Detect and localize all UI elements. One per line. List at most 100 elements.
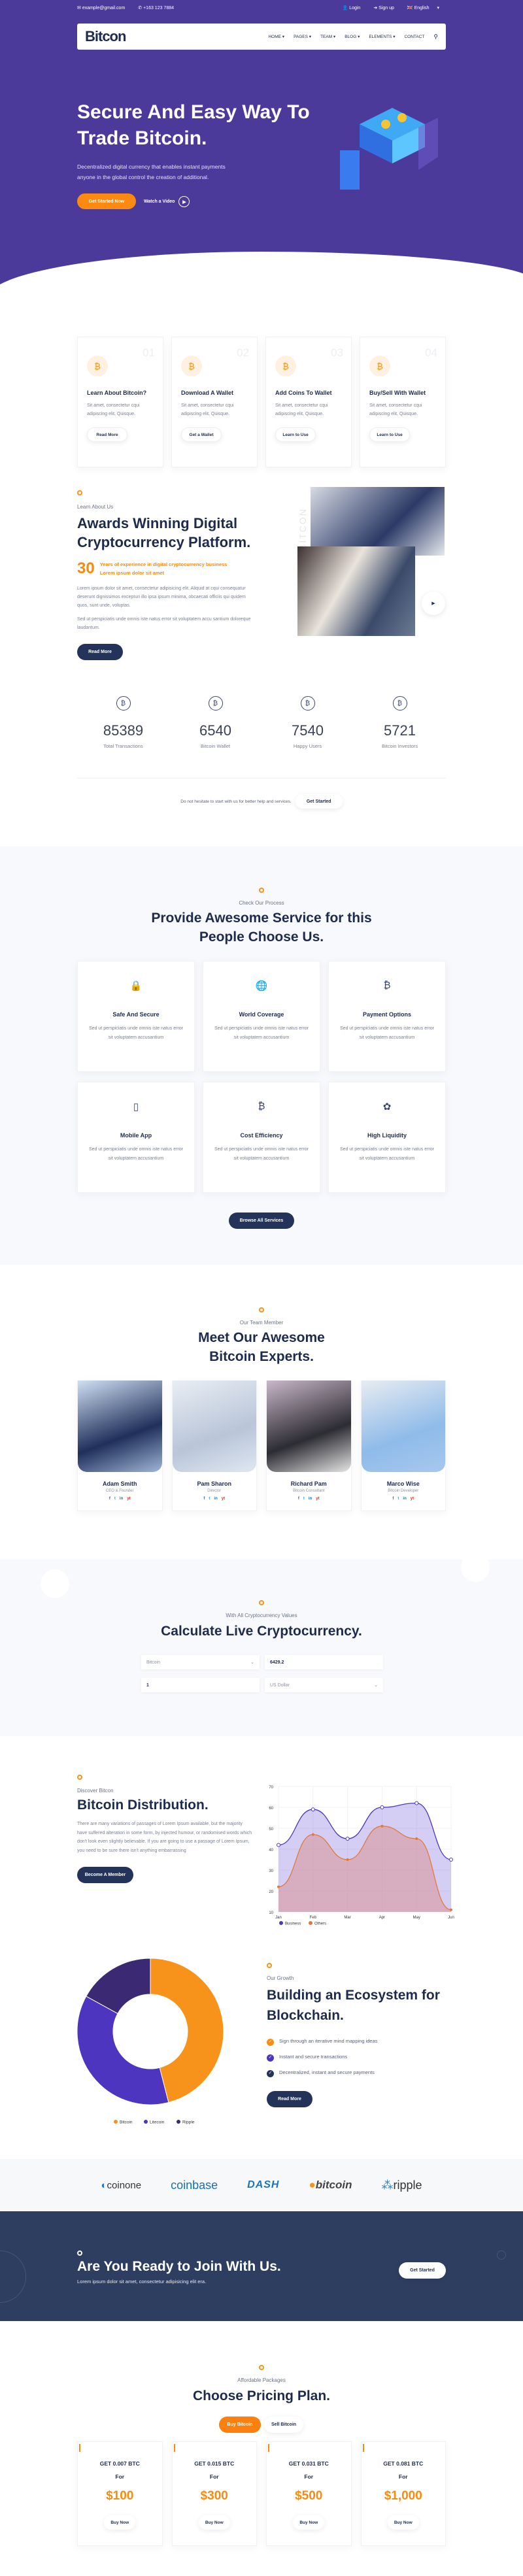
read-more-button[interactable]: Read More xyxy=(77,644,123,660)
service-title: Payment Options xyxy=(362,1011,411,1018)
result-field[interactable] xyxy=(265,1655,383,1669)
twitter-icon[interactable]: t xyxy=(209,1497,210,1501)
twitter-icon[interactable]: t xyxy=(397,1497,399,1501)
y-tick-label: 70 xyxy=(269,1786,273,1790)
step-button[interactable]: Get a Wallet xyxy=(181,427,222,442)
step-card: 02 ₿ Download A Wallet Sit amet, consect… xyxy=(171,337,258,467)
twitter-icon[interactable]: t xyxy=(303,1497,305,1501)
nav-elements[interactable]: ELEMENTS ▾ xyxy=(369,34,395,39)
buy-now-button[interactable]: Buy Now xyxy=(293,2515,325,2530)
service-title: High Liquidity xyxy=(367,1132,407,1139)
logo[interactable]: Bitcon xyxy=(85,28,126,45)
become-member-button[interactable]: Become A Member xyxy=(77,1867,133,1883)
language-select[interactable]: 🇬🇧 English ▾ xyxy=(407,6,439,10)
stat-value: 5721 xyxy=(384,722,416,739)
pricing-card: GET 0.007 BTC For $100 Buy Now xyxy=(77,2441,163,2546)
twitter-icon[interactable]: t xyxy=(114,1497,116,1501)
watch-video-button[interactable]: Watch a Video ▶ xyxy=(144,196,190,207)
nav-blog[interactable]: BLOG ▾ xyxy=(345,34,360,39)
youtube-icon[interactable]: yt xyxy=(411,1497,414,1501)
member-role: CEO & Founder xyxy=(105,1489,134,1493)
legend-label: Bitcoin xyxy=(120,2120,133,2125)
tab-sell-bitcoin[interactable]: Sell Bitcoin xyxy=(264,2417,303,2433)
handshake-photo xyxy=(297,546,415,636)
video-play-button[interactable]: ▶ xyxy=(422,592,445,615)
step-number: 02 xyxy=(237,346,249,359)
hero-desc-line: anyone in the global control the creatio… xyxy=(77,174,209,180)
step-number: 04 xyxy=(425,346,437,359)
x-tick-label: Apr xyxy=(379,1916,385,1920)
youtube-icon[interactable]: yt xyxy=(127,1497,130,1501)
buy-now-button[interactable]: Buy Now xyxy=(198,2515,230,2530)
email-link[interactable]: ✉ example@gmail.com xyxy=(77,6,131,10)
linkedin-icon[interactable]: in xyxy=(214,1497,217,1501)
language-text: English xyxy=(414,6,430,10)
y-tick-label: 50 xyxy=(269,1828,273,1832)
linkedin-icon[interactable]: in xyxy=(309,1497,312,1501)
step-button[interactable]: Learn to Use xyxy=(369,427,410,442)
stat-label: Total Transactions xyxy=(103,743,143,749)
plan-btc: GET 0.007 BTC xyxy=(99,2460,140,2467)
facebook-icon[interactable]: f xyxy=(109,1497,110,1501)
read-more-button[interactable]: Read More xyxy=(267,2091,312,2107)
join-section: Are You Ready to Join With Us. Lorem ips… xyxy=(0,2211,523,2321)
to-currency-select[interactable]: US Dollar ⌄ xyxy=(265,1678,383,1692)
service-description: Sed ut perspiciatis unde omnis iste natu… xyxy=(214,1026,309,1040)
linkedin-icon[interactable]: in xyxy=(403,1497,406,1501)
services-title: Provide Awesome Service for this xyxy=(151,911,372,926)
nav-team[interactable]: TEAM ▾ xyxy=(320,34,335,39)
step-button[interactable]: Read More xyxy=(87,427,127,442)
data-point xyxy=(415,1837,418,1840)
step-description: Sit amet, consectetur cqui adipiscing el… xyxy=(275,403,328,416)
ecosystem-point: ✓ Sign through an iterative mind mapping … xyxy=(267,2033,450,2049)
buy-now-button[interactable]: Buy Now xyxy=(387,2515,419,2530)
check-icon: ✓ xyxy=(267,2054,274,2062)
get-started-button[interactable]: Get Started xyxy=(295,794,343,809)
legend-marker xyxy=(309,1921,312,1925)
step-button[interactable]: Learn to Use xyxy=(275,427,316,442)
plan-price: $1,000 xyxy=(384,2489,422,2503)
team-card: Marco Wise Bitcoin Developer f t in yt xyxy=(360,1380,446,1511)
phone-text: +163 123 7884 xyxy=(143,6,175,10)
browse-services-button[interactable]: Browse All Services xyxy=(229,1213,294,1229)
amount-field[interactable] xyxy=(141,1678,260,1692)
partner-name: ripple xyxy=(393,2178,422,2192)
point-text: Decentralized, instant and secure paymen… xyxy=(279,2069,375,2075)
decor-circle xyxy=(0,2250,26,2303)
about-paragraph: Sed ut perspiciatis unde omnis iste natu… xyxy=(77,617,251,630)
buy-now-button[interactable]: Buy Now xyxy=(104,2515,136,2530)
years-text: Years of experience in digital cryptocur… xyxy=(99,561,228,567)
youtube-icon[interactable]: yt xyxy=(222,1497,225,1501)
section-dot-icon xyxy=(77,490,82,495)
nav-contact[interactable]: CONTACT xyxy=(404,35,424,39)
globe-icon: 🌐 xyxy=(255,980,268,992)
nav-home[interactable]: HOME ▾ xyxy=(268,34,284,39)
x-tick-label: May xyxy=(413,1916,420,1920)
stat-label: Happy Users xyxy=(293,743,322,749)
member-name: Adam Smith xyxy=(102,1480,137,1487)
get-started-button[interactable]: Get Started xyxy=(399,2262,446,2279)
tab-buy-bitcoin[interactable]: Buy Bitcoin xyxy=(219,2417,261,2433)
social-links: f t in yt xyxy=(173,1497,257,1501)
about-section: Learn About Us Awards Winning Digital Cry… xyxy=(77,487,273,660)
calculator-form: Bitcoin ⌄ US Dollar ⌄ xyxy=(141,1655,383,1692)
facebook-icon[interactable]: f xyxy=(298,1497,299,1501)
facebook-icon[interactable]: f xyxy=(203,1497,205,1501)
login-link[interactable]: 👤 Login xyxy=(343,6,367,10)
get-started-button[interactable]: Get Started Now xyxy=(77,193,136,209)
linkedin-icon[interactable]: in xyxy=(120,1497,123,1501)
lock-icon: 🔒 xyxy=(129,980,143,992)
pricing-card: GET 0.031 BTC For $500 Buy Now xyxy=(266,2441,352,2546)
nav-pages[interactable]: PAGES ▾ xyxy=(294,34,311,39)
youtube-icon[interactable]: yt xyxy=(316,1497,319,1501)
decor-circle xyxy=(461,1553,490,1582)
from-currency-select[interactable]: Bitcoin ⌄ xyxy=(141,1655,260,1669)
search-icon[interactable]: ⚲ xyxy=(433,33,438,41)
service-title: Mobile App xyxy=(120,1132,152,1139)
plan-price: $500 xyxy=(295,2489,323,2503)
facebook-icon[interactable]: f xyxy=(392,1497,394,1501)
distribution-kicker: Discover Bitcon xyxy=(77,1788,114,1794)
phone-link[interactable]: ✆ +163 123 7884 xyxy=(138,6,180,10)
signup-link[interactable]: ➜ Sign up xyxy=(373,6,401,10)
step-card: 01 ₿ Learn About Bitcoin? Sit amet, cons… xyxy=(77,337,163,467)
